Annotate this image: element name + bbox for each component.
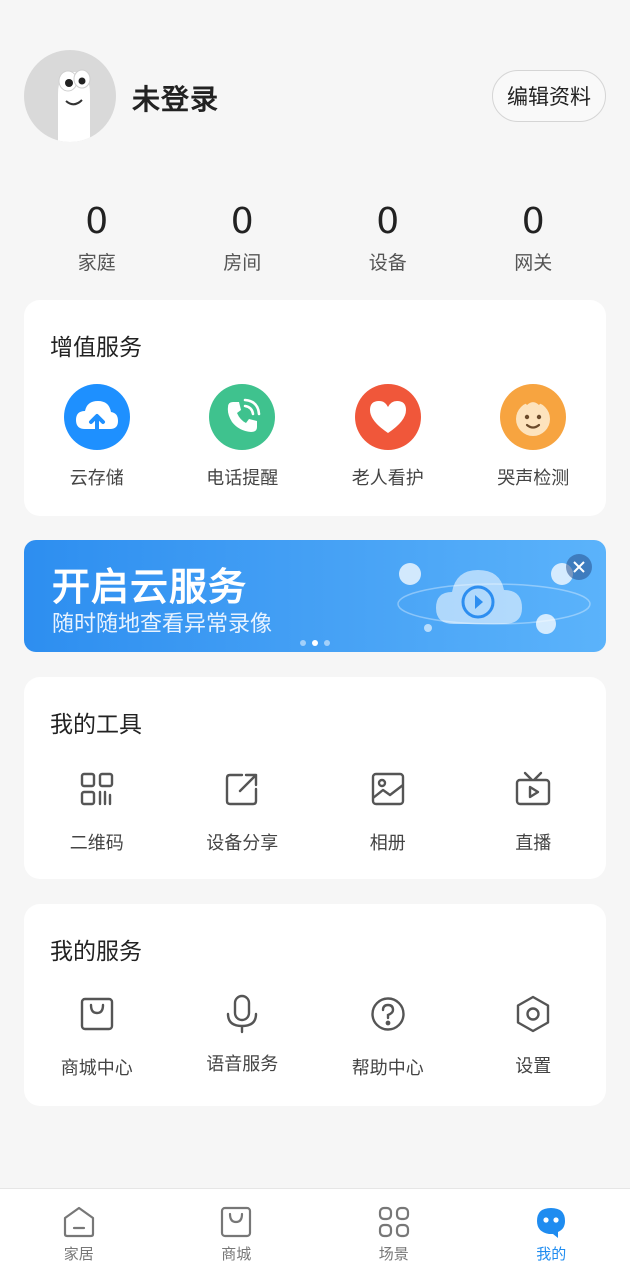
carousel-dot-active (312, 640, 318, 646)
stat-value: 0 (376, 201, 400, 242)
baby-face-icon (500, 384, 567, 450)
banner-subtitle: 随时随地查看异常录像 (52, 612, 273, 637)
stat-label: 设备 (368, 252, 407, 274)
value-services-grid: 云存储 电话提醒 老人看护 哭声检测 (24, 384, 606, 490)
tools-card: 我的工具 二维码 设备分享 相册 直播 (24, 677, 606, 879)
services-grid: 商城中心 语音服务 帮助中心 设置 (24, 994, 606, 1080)
card-title: 我的服务 (50, 939, 142, 965)
service-cloud-storage[interactable]: 云存储 (24, 384, 170, 490)
tool-label: 直播 (515, 833, 552, 854)
service-settings[interactable]: 设置 (461, 994, 607, 1080)
home-icon (63, 1206, 94, 1238)
tab-label: 商城 (221, 1245, 252, 1263)
heart-icon (354, 384, 421, 450)
stat-value: 0 (230, 201, 254, 242)
banner-title: 开启云服务 (52, 565, 248, 609)
bottom-tab-bar: 家居 商城 场景 我的 (0, 1188, 630, 1280)
tab-home[interactable]: 家居 (0, 1189, 158, 1280)
service-label: 老人看护 (351, 468, 424, 489)
service-label: 商城中心 (60, 1058, 133, 1079)
service-label: 哭声检测 (497, 468, 570, 489)
value-services-card: 增值服务 云存储 电话提醒 老人看护 哭声检测 (24, 300, 606, 516)
username[interactable]: 未登录 (132, 78, 219, 118)
cloud-service-banner[interactable]: 开启云服务 随时随地查看异常录像 (24, 540, 606, 652)
stat-value: 0 (85, 201, 109, 242)
share-icon (222, 769, 262, 809)
shopping-bag-icon (77, 994, 117, 1034)
card-title: 我的工具 (50, 712, 142, 738)
tool-label: 设备分享 (206, 833, 279, 854)
service-phone-reminder[interactable]: 电话提醒 (170, 384, 316, 490)
tool-album[interactable]: 相册 (315, 769, 461, 855)
stats-row: 0 家庭 0 房间 0 设备 0 网关 (24, 200, 606, 280)
service-help-center[interactable]: 帮助中心 (315, 994, 461, 1080)
profile-header: 未登录 编辑资料 (24, 50, 606, 142)
service-label: 电话提醒 (206, 468, 279, 489)
tab-mine[interactable]: 我的 (473, 1189, 630, 1280)
album-icon (368, 769, 408, 809)
stat-label: 网关 (514, 252, 553, 274)
cloud-upload-icon (63, 384, 130, 450)
service-label: 帮助中心 (351, 1058, 424, 1079)
tool-live[interactable]: 直播 (461, 769, 607, 855)
profile-page: 未登录 编辑资料 0 家庭 0 房间 0 设备 0 网关 增值服务 云存储 电话… (0, 0, 630, 1280)
carousel-dot (300, 640, 306, 646)
phone-icon (209, 384, 276, 450)
stat-device[interactable]: 0 设备 (315, 200, 461, 280)
service-voice[interactable]: 语音服务 (170, 994, 316, 1080)
carousel-dot (324, 640, 330, 646)
tool-label: 二维码 (69, 833, 124, 854)
tab-label: 我的 (536, 1245, 567, 1263)
live-tv-icon (513, 769, 553, 809)
edit-profile-button[interactable]: 编辑资料 (492, 70, 606, 122)
service-mall-center[interactable]: 商城中心 (24, 994, 170, 1080)
service-label: 云存储 (69, 468, 124, 489)
tab-mall[interactable]: 商城 (158, 1189, 316, 1280)
ghost-avatar-icon (58, 69, 91, 142)
help-icon (368, 994, 408, 1034)
microphone-icon (222, 994, 262, 1034)
cloud-illustration (397, 563, 591, 634)
qrcode-icon (77, 769, 117, 809)
service-label: 设置 (515, 1056, 552, 1077)
tool-device-share[interactable]: 设备分享 (170, 769, 316, 855)
stat-value: 0 (521, 201, 545, 242)
stat-gateway[interactable]: 0 网关 (461, 200, 607, 280)
tools-grid: 二维码 设备分享 相册 直播 (24, 769, 606, 855)
tool-label: 相册 (369, 833, 406, 854)
mascot-icon (537, 1208, 566, 1238)
stat-room[interactable]: 0 房间 (170, 200, 316, 280)
service-elder-care[interactable]: 老人看护 (315, 384, 461, 490)
avatar[interactable] (24, 50, 116, 142)
close-icon[interactable] (566, 554, 592, 580)
shopping-bag-icon (221, 1206, 252, 1238)
stat-label: 家庭 (77, 252, 116, 274)
settings-hexagon-icon (513, 994, 553, 1034)
tab-label: 场景 (378, 1245, 409, 1263)
service-label: 语音服务 (206, 1054, 279, 1075)
services-card: 我的服务 商城中心 语音服务 帮助中心 设置 (24, 904, 606, 1106)
carousel-dots (300, 640, 330, 646)
grid-icon (378, 1206, 409, 1238)
tab-label: 家居 (63, 1245, 94, 1263)
tool-qrcode[interactable]: 二维码 (24, 769, 170, 855)
stat-family[interactable]: 0 家庭 (24, 200, 170, 280)
stat-label: 房间 (223, 252, 262, 274)
card-title: 增值服务 (50, 335, 142, 361)
tab-scene[interactable]: 场景 (315, 1189, 473, 1280)
service-cry-detection[interactable]: 哭声检测 (461, 384, 607, 490)
